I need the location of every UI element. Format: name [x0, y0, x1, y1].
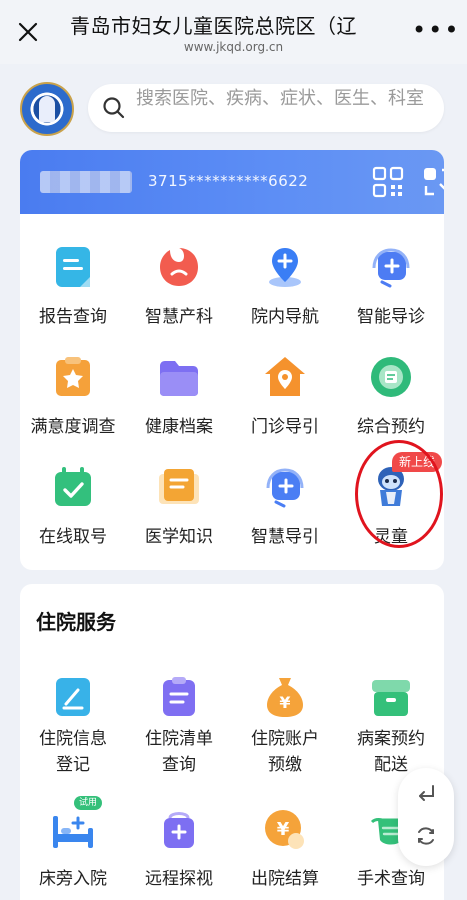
masked-name — [40, 171, 132, 193]
service-label: 报告查询 — [39, 307, 107, 327]
service-label: 住院账户 预缴 — [251, 729, 319, 775]
service-label: 智能导诊 — [357, 307, 425, 327]
card-number: 3715**********6622 — [148, 172, 309, 190]
service-label: 出院结算 — [251, 869, 319, 889]
medical-record-delivery[interactable]: 病案预约 配送 — [338, 664, 444, 776]
book-icon — [159, 469, 199, 504]
money-bag-icon: ¥ — [267, 678, 303, 717]
obstetrics-icon — [160, 248, 198, 286]
service-satisfaction-survey[interactable]: 满意度调查 — [20, 344, 126, 444]
visit-icon — [164, 812, 194, 848]
patient-card[interactable]: 3715**********6622 — [20, 150, 444, 214]
inpatient-registration[interactable]: 住院信息 登记 — [20, 664, 126, 776]
service-online-ticket[interactable]: 在线取号 — [20, 454, 126, 554]
service-navigation[interactable]: 院内导航 — [232, 234, 338, 334]
search-placeholder: 搜索医院、疾病、症状、医生、科室 — [136, 88, 424, 109]
service-smart-guide[interactable]: 智能导诊 — [338, 234, 444, 334]
service-outpatient-guide[interactable]: 门诊导引 — [232, 344, 338, 444]
search-icon — [103, 97, 125, 119]
service-label: 医学知识 — [145, 527, 213, 547]
service-label: 手术查询 — [357, 869, 425, 889]
section-heading: 住院服务 — [36, 610, 116, 634]
box-icon — [372, 680, 410, 716]
service-label: 门诊导引 — [251, 417, 319, 437]
remote-visit[interactable]: 远程探视 — [126, 796, 232, 896]
svg-text:¥: ¥ — [279, 693, 290, 712]
report-icon — [56, 247, 90, 287]
floating-toolbar — [398, 768, 454, 866]
inpatient-bill-query[interactable]: 住院清单 查询 — [126, 664, 232, 776]
service-label: 远程探视 — [145, 869, 213, 889]
page-url: www.jkqd.org.cn — [183, 40, 284, 54]
svg-text:¥: ¥ — [277, 819, 290, 840]
service-label: 住院信息 登记 — [39, 729, 107, 775]
headset-icon — [266, 468, 304, 508]
top-bar: 青岛市妇女儿童医院总院区（辽 www.jkqd.org.cn ••• — [0, 0, 467, 64]
search-input[interactable]: 搜索医院、疾病、症状、医生、科室 — [88, 84, 444, 132]
survey-icon — [56, 357, 90, 396]
service-label: 床旁入院 — [39, 869, 107, 889]
service-medical-knowledge[interactable]: 医学知识 — [126, 454, 232, 554]
service-report-query[interactable]: 报告查询 — [20, 234, 126, 334]
service-smart-obstetrics[interactable]: 智慧产科 — [126, 234, 232, 334]
page-title: 青岛市妇女儿童医院总院区（辽 — [70, 14, 357, 38]
calendar-check-icon — [55, 467, 91, 506]
list-icon — [163, 677, 195, 716]
navigation-icon — [269, 248, 301, 287]
folder-icon — [160, 361, 198, 396]
back-icon[interactable] — [414, 782, 438, 806]
scan-icon[interactable] — [422, 166, 444, 198]
more-icon[interactable]: ••• — [412, 18, 460, 42]
appointment-icon — [371, 357, 411, 397]
hospital-logo — [20, 82, 74, 136]
discharge-settlement[interactable]: ¥ 出院结算 — [232, 796, 338, 896]
service-smart-guidance[interactable]: 智慧导引 — [232, 454, 338, 554]
service-label: 在线取号 — [39, 527, 107, 547]
bed-icon — [53, 816, 93, 848]
service-label: 住院清单 查询 — [145, 729, 213, 775]
service-health-records[interactable]: 健康档案 — [126, 344, 232, 444]
highlight-circle — [355, 440, 443, 548]
service-label: 智慧导引 — [251, 527, 319, 547]
edit-icon — [56, 678, 90, 716]
service-comprehensive-appointment[interactable]: 综合预约 — [338, 344, 444, 444]
settlement-icon: ¥ — [265, 810, 304, 849]
inpatient-prepay[interactable]: ¥ 住院账户 预缴 — [232, 664, 338, 776]
trial-badge: 试用 — [74, 796, 102, 810]
service-label: 院内导航 — [251, 307, 319, 327]
bedside-admission[interactable]: 床旁入院 — [20, 796, 126, 896]
refresh-icon[interactable] — [414, 824, 438, 848]
service-label: 智慧产科 — [145, 307, 213, 327]
home-location-icon — [265, 357, 305, 396]
service-label: 健康档案 — [145, 417, 213, 437]
qr-code-icon[interactable] — [372, 166, 404, 198]
smart-guide-icon — [372, 248, 410, 288]
service-label: 综合预约 — [357, 417, 425, 437]
service-label: 满意度调查 — [30, 417, 116, 437]
